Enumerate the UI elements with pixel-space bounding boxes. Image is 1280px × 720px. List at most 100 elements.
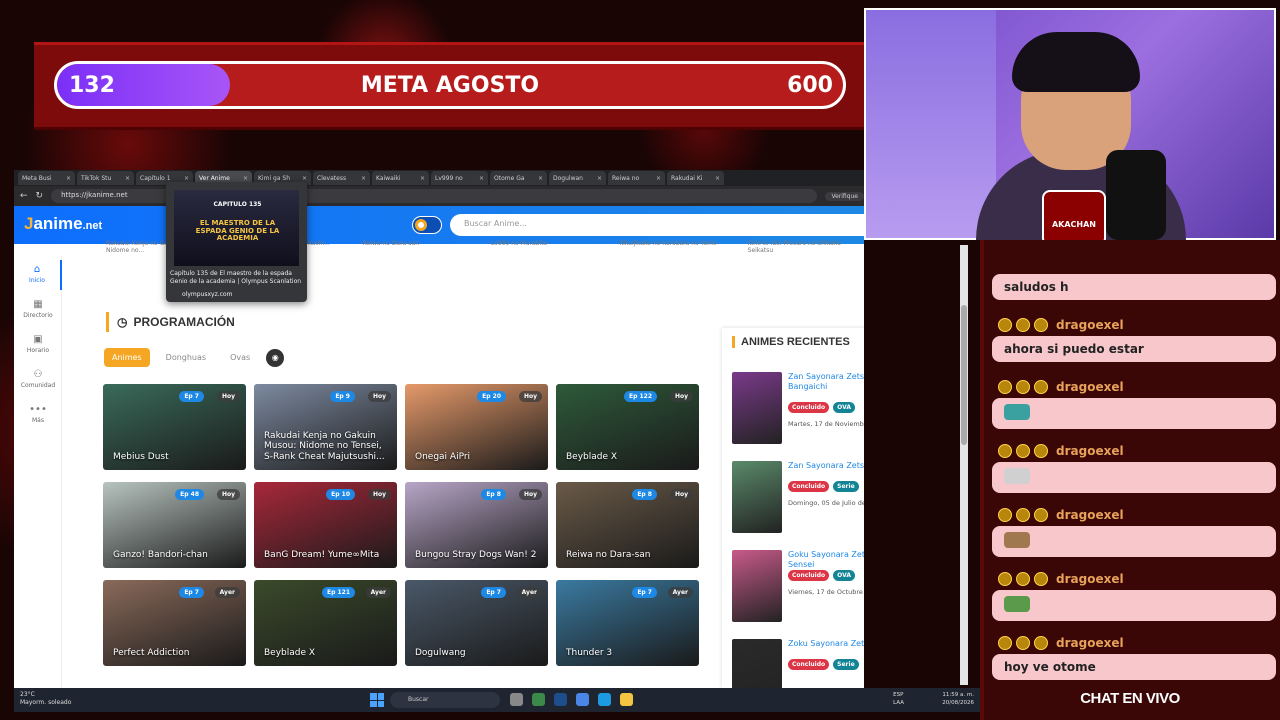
filter-tab-1[interactable]: Donghuas xyxy=(158,348,214,367)
recent-thumbnail[interactable] xyxy=(732,639,782,688)
back-icon[interactable]: ← xyxy=(20,191,28,201)
browser-tab[interactable]: Otome Ga × xyxy=(490,171,547,185)
anime-card[interactable]: Ep 7 Ayer Perfect Addiction xyxy=(103,580,246,666)
close-icon[interactable]: × xyxy=(125,175,130,182)
anime-card[interactable]: Ep 8 Hoy Bungou Stray Dogs Wan! 2 xyxy=(405,482,548,568)
close-icon[interactable]: × xyxy=(538,175,543,182)
recent-title[interactable]: Zan Sayonara Zetsubou Sensei xyxy=(788,461,864,471)
nav-item-4[interactable]: ••• Más xyxy=(14,400,62,430)
top-strip-item[interactable]: Kimi to Idol Precure no Shikaku Seikatsu xyxy=(748,240,864,262)
nav-item-0[interactable]: ⌂ Inicio xyxy=(14,260,62,290)
anime-card[interactable]: Ep 7 Ayer Thunder 3 xyxy=(556,580,699,666)
day-badge: Ayer xyxy=(365,587,391,598)
site-logo[interactable]: Janime.net xyxy=(24,214,102,234)
close-icon[interactable]: × xyxy=(420,175,425,182)
close-icon[interactable]: × xyxy=(656,175,661,182)
type-badge: OVA xyxy=(833,402,855,413)
episode-badge: Ep 20 xyxy=(477,391,506,402)
recent-thumbnail[interactable] xyxy=(732,550,782,622)
page-scrollbar[interactable] xyxy=(960,245,968,685)
browser-tab[interactable]: Clevatess × xyxy=(313,171,370,185)
clock[interactable]: 11:59 a. m. 20/08/2026 xyxy=(914,692,974,707)
user-badge-icon xyxy=(1016,318,1030,332)
recent-title[interactable]: Zoku Sayonara Zetsubou Sensei xyxy=(788,639,864,649)
recent-item[interactable]: Zan Sayonara Zetsubou Sensei ConcluidoSer… xyxy=(732,461,864,541)
theme-toggle[interactable] xyxy=(412,216,442,234)
top-strip-item[interactable]: Kikaijikake no Kurobara no Yome xyxy=(619,240,737,262)
edge-icon[interactable] xyxy=(598,693,611,706)
browser-tab-label: Kaiwaiki xyxy=(376,174,401,182)
tab-hover-preview: CAPITULO 135 EL MAESTRO DE LA ESPADA GEN… xyxy=(166,182,307,302)
anime-card[interactable]: Ep 20 Hoy Onegai AiPri xyxy=(405,384,548,470)
nav-item-2[interactable]: ▣ Horario xyxy=(14,330,62,360)
recent-thumbnail[interactable] xyxy=(732,372,782,444)
anime-card[interactable]: Ep 7 Ayer Dogulwang xyxy=(405,580,548,666)
anime-card[interactable]: Ep 10 Hoy BanG Dream! Yume∞Mita xyxy=(254,482,397,568)
photoshop-icon[interactable] xyxy=(554,693,567,706)
taskbar-search-input[interactable]: Buscar xyxy=(390,692,500,708)
task-view-icon[interactable] xyxy=(510,693,523,706)
verify-button[interactable]: Verifique xyxy=(825,191,864,201)
language-indicator[interactable]: ESP LAA xyxy=(893,692,904,707)
day-badge: Hoy xyxy=(518,489,542,500)
browser-tab[interactable]: Lv999 no × xyxy=(431,171,488,185)
chat-message-text: saludos h xyxy=(1004,280,1069,294)
recent-title[interactable]: Goku Sayonara Zetsubou Sensei xyxy=(788,550,864,569)
scrollbar-thumb[interactable] xyxy=(961,305,967,445)
anime-card[interactable]: Ep 121 Ayer Beyblade X xyxy=(254,580,397,666)
reload-icon[interactable]: ↻ xyxy=(36,191,44,201)
nav-item-3[interactable]: ⚇ Comunidad xyxy=(14,365,62,395)
status-badge: Concluido xyxy=(788,659,830,670)
chat-message-text: ahora si puedo estar xyxy=(1004,342,1144,356)
nav-item-1[interactable]: ▦ Directorio xyxy=(14,295,62,325)
top-strip-item[interactable]: Lv999 no Murabito xyxy=(491,240,609,262)
folder-icon[interactable] xyxy=(620,693,633,706)
chrome-icon[interactable] xyxy=(576,693,589,706)
browser-tab[interactable]: Reiwa no × xyxy=(608,171,665,185)
anime-card[interactable]: Ep 7 Hoy Mebius Dust xyxy=(103,384,246,470)
recent-animes-panel: ANIMES RECIENTES Zan Sayonara Zetsubou S… xyxy=(722,328,864,688)
user-badge-icon xyxy=(1034,444,1048,458)
recent-item[interactable]: Zoku Sayonara Zetsubou Sensei ConcluidoSe… xyxy=(732,639,864,688)
anime-card[interactable]: Ep 8 Hoy Reiwa no Dara-san xyxy=(556,482,699,568)
browser-tab[interactable]: Rakudai Ki × xyxy=(667,171,724,185)
status-badge: Concluido xyxy=(788,481,830,492)
anime-card[interactable]: Ep 9 Hoy Rakudai Kenja no Gakuin Musou: Ni… xyxy=(254,384,397,470)
weather-widget[interactable]: 23°C Mayorm. soleado xyxy=(20,691,100,707)
chat-message: ahora si puedo estar xyxy=(992,336,1276,362)
recent-title[interactable]: Zan Sayonara Zetsubou Sensei Bangaichi xyxy=(788,372,864,391)
close-icon[interactable]: × xyxy=(361,175,366,182)
anime-card[interactable]: Ep 122 Hoy Beyblade X xyxy=(556,384,699,470)
user-badge-icon xyxy=(1034,636,1048,650)
close-icon[interactable]: × xyxy=(597,175,602,182)
recent-item[interactable]: Goku Sayonara Zetsubou SenseiConcluidoOV… xyxy=(732,550,864,630)
episode-badge: Ep 7 xyxy=(179,587,204,598)
windows-start-icon[interactable] xyxy=(370,693,384,707)
browser-tab[interactable]: Dogulwan × xyxy=(549,171,606,185)
close-icon[interactable]: × xyxy=(243,175,248,182)
app-icon[interactable] xyxy=(532,693,545,706)
type-badge: OVA xyxy=(833,570,855,581)
close-icon[interactable]: × xyxy=(66,175,71,182)
anime-title: Ganzo! Bandori-chan xyxy=(113,549,208,560)
top-strip-item[interactable]: Reiwa no Dara-san xyxy=(363,240,481,262)
chat-username-row: dragoexel xyxy=(998,315,1124,335)
browser-tab[interactable]: TikTok Stu × xyxy=(77,171,134,185)
search-input[interactable]: Buscar Anime... xyxy=(450,214,864,236)
close-icon[interactable]: × xyxy=(184,175,189,182)
close-icon[interactable]: × xyxy=(479,175,484,182)
filter-tab-2[interactable]: Ovas xyxy=(222,348,258,367)
recent-item[interactable]: Zan Sayonara Zetsubou Sensei Bangaichi Co… xyxy=(732,372,864,452)
browser-tab[interactable]: Kaiwaiki × xyxy=(372,171,429,185)
browser-tab-label: Otome Ga xyxy=(494,174,525,182)
close-icon[interactable]: × xyxy=(302,175,307,182)
nav-icon: ▣ xyxy=(33,334,43,345)
close-icon[interactable]: × xyxy=(715,175,720,182)
nav-icon: ⚇ xyxy=(33,369,43,380)
browser-tab[interactable]: Meta Busi × xyxy=(18,171,75,185)
chat-username-row: dragoexel xyxy=(998,569,1124,589)
filter-tab-0[interactable]: Animes xyxy=(104,348,150,367)
eye-icon[interactable]: ◉ xyxy=(266,348,285,367)
recent-thumbnail[interactable] xyxy=(732,461,782,533)
anime-card[interactable]: Ep 48 Hoy Ganzo! Bandori-chan xyxy=(103,482,246,568)
